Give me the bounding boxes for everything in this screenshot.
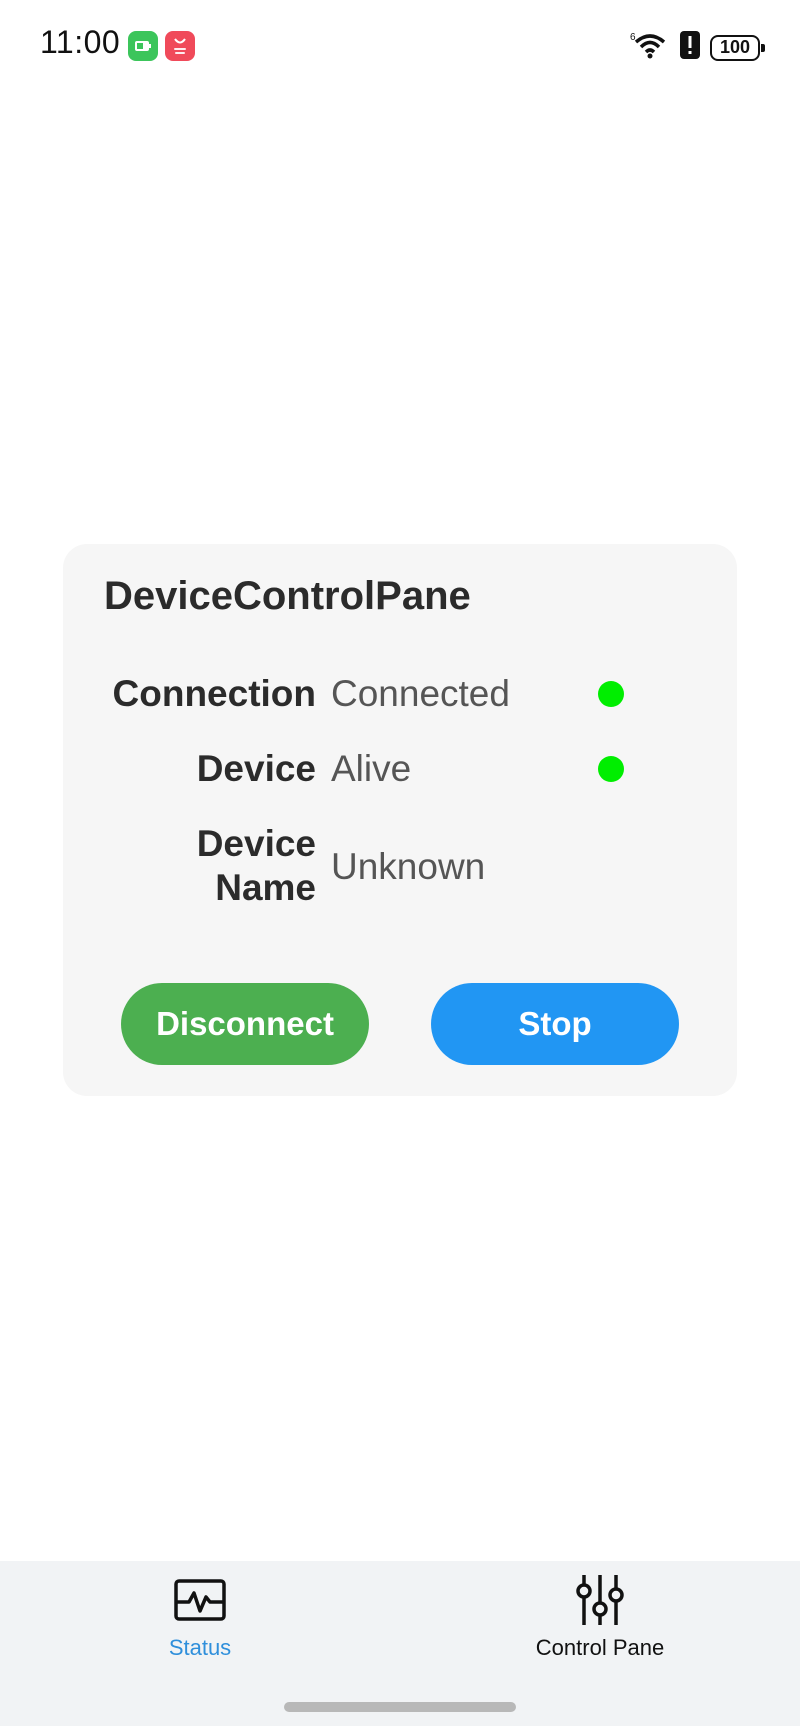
svg-text:6: 6 xyxy=(630,32,636,43)
tab-control-pane[interactable]: Control Pane xyxy=(470,1571,730,1681)
battery-saver-app-icon xyxy=(128,31,158,61)
sliders-icon xyxy=(573,1573,627,1627)
stop-button[interactable]: Stop xyxy=(431,983,679,1065)
device-value: Alive xyxy=(331,748,412,789)
device-name-label: Device Name xyxy=(197,822,316,910)
home-indicator[interactable] xyxy=(284,1702,516,1712)
device-status-indicator xyxy=(598,756,624,782)
tab-status-label: Status xyxy=(168,1635,232,1660)
disconnect-button[interactable]: Disconnect xyxy=(121,983,369,1065)
status-indicators: 6 100 xyxy=(630,30,765,65)
wifi-icon: 6 xyxy=(630,30,670,65)
battery-icon: 100 xyxy=(710,34,765,61)
connection-value: Connected xyxy=(331,673,510,714)
device-name-value: Unknown xyxy=(331,846,486,887)
pulse-monitor-icon xyxy=(173,1573,227,1627)
device-control-card: DeviceControlPane Connection Connected D… xyxy=(63,544,737,1096)
alert-icon xyxy=(680,31,700,64)
connection-status-indicator xyxy=(598,681,624,707)
tab-status[interactable]: Status xyxy=(70,1571,330,1681)
device-name-label-line1: Device xyxy=(196,823,316,864)
connection-label: Connection xyxy=(112,673,316,714)
app-gallery-icon xyxy=(165,31,195,61)
status-time: 11:00 xyxy=(40,24,121,60)
device-name-label-line2: Name xyxy=(215,867,316,908)
status-bar: 11:00 6 100 xyxy=(0,0,800,92)
tab-control-pane-label: Control Pane xyxy=(535,1635,665,1660)
card-title: DeviceControlPane xyxy=(104,574,471,618)
device-label: Device xyxy=(196,748,316,789)
